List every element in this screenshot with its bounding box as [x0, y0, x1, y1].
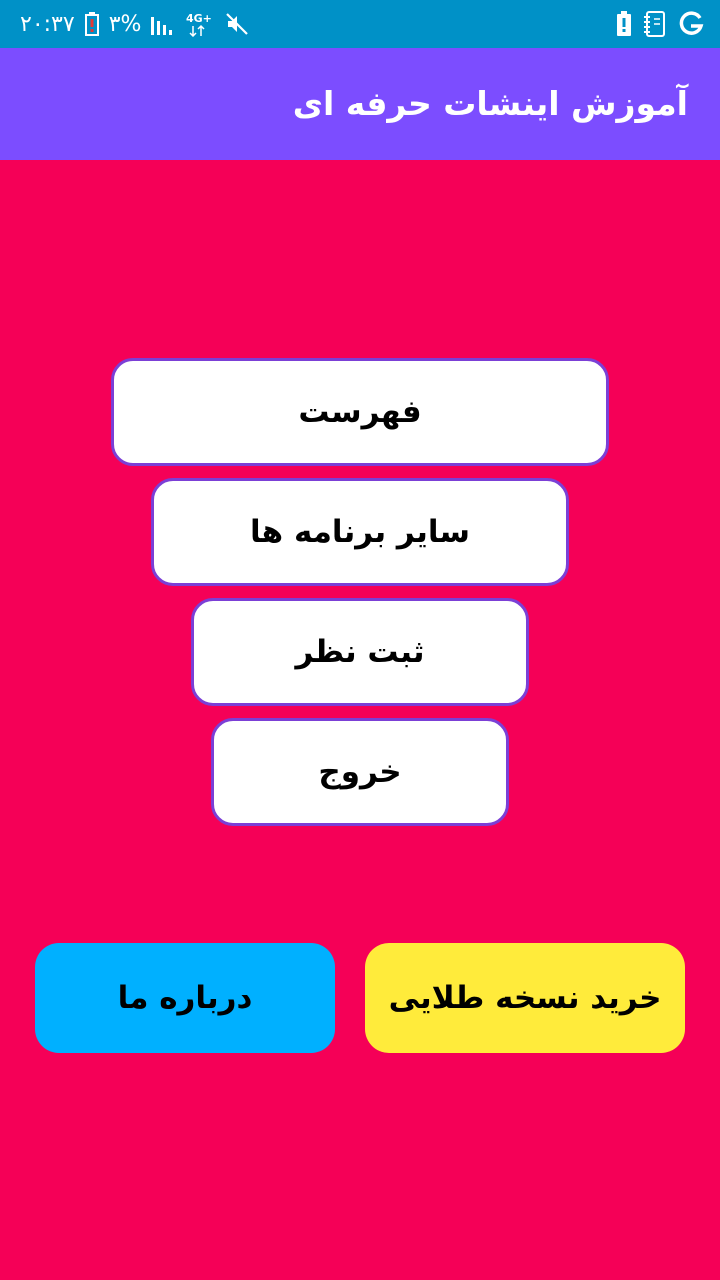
exit-button[interactable]: خروج: [211, 718, 509, 826]
status-bar: ۲۰:۳۷ ۳% 4G+: [0, 0, 720, 48]
battery-alert-icon: [616, 11, 632, 37]
status-right: [604, 0, 704, 48]
other-apps-button[interactable]: سایر برنامه ها: [151, 478, 569, 586]
notes-icon: [644, 11, 666, 37]
network-4g-icon: 4G+: [185, 11, 215, 37]
buy-gold-version-button[interactable]: خرید نسخه طلایی: [365, 943, 685, 1053]
app-bar: آموزش اینشات حرفه ای: [0, 48, 720, 160]
signal-icon: [151, 13, 175, 35]
rate-button[interactable]: ثبت نظر: [191, 598, 529, 706]
network-type-label: 4G+: [186, 12, 212, 25]
battery-percent: ۳%: [108, 11, 142, 37]
status-time: ۲۰:۳۷: [20, 11, 75, 37]
app-title: آموزش اینشات حرفه ای: [292, 84, 688, 123]
battery-warning-icon: [84, 12, 99, 36]
status-left: ۲۰:۳۷ ۳% 4G+: [20, 0, 259, 48]
mute-icon: [225, 12, 249, 36]
about-us-button[interactable]: درباره ما: [35, 943, 335, 1053]
menu-button[interactable]: فهرست: [111, 358, 609, 466]
google-icon: [678, 11, 704, 37]
